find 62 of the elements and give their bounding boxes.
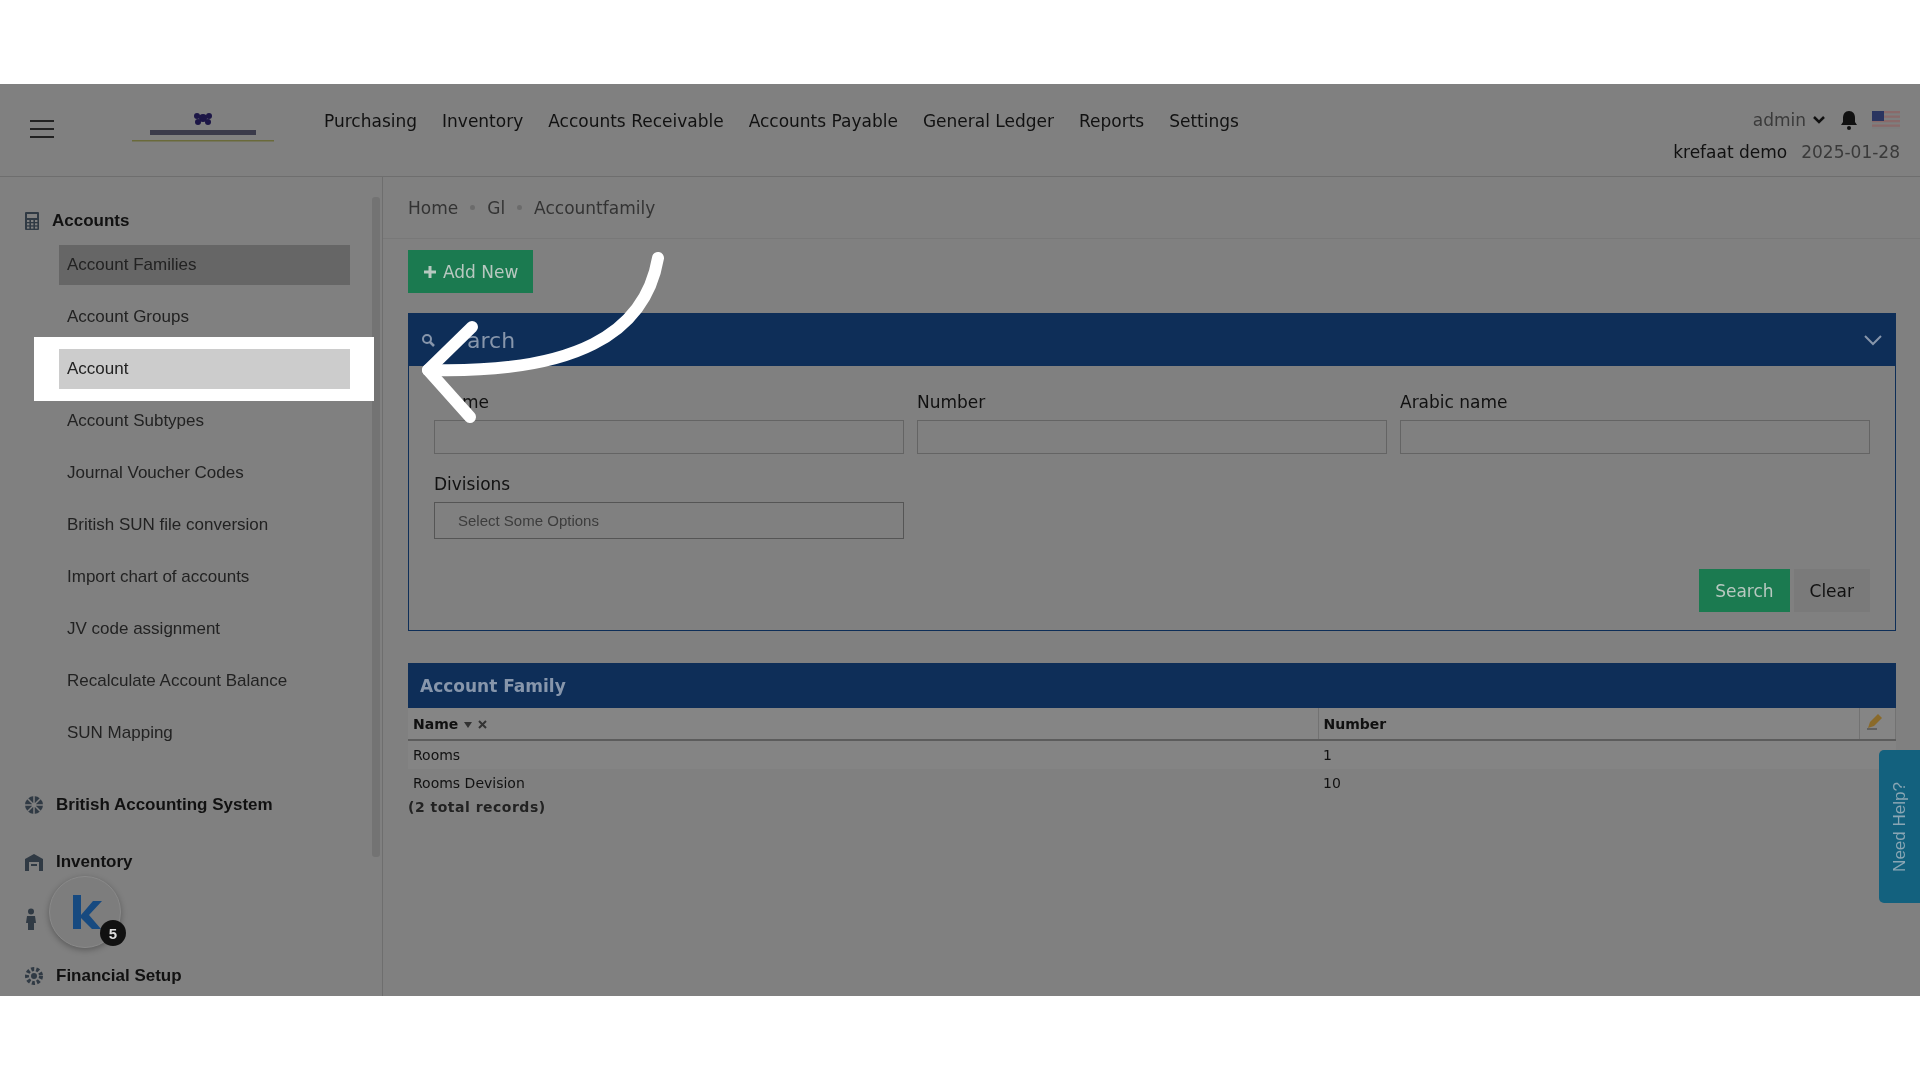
bell-icon[interactable]: [1840, 110, 1858, 130]
chat-launcher[interactable]: [49, 876, 121, 948]
record-count: (2 total records): [408, 799, 547, 815]
search-icon: [421, 333, 435, 347]
sidebar-item[interactable]: Recalculate Account Balance: [59, 661, 350, 701]
sidebar-item[interactable]: Account: [59, 349, 350, 389]
warehouse-icon: [24, 853, 44, 871]
user-menu[interactable]: admin: [1752, 110, 1826, 130]
nav-link[interactable]: Settings: [1169, 111, 1239, 131]
field-label: Number: [917, 392, 986, 412]
chevron-down-icon: [1812, 115, 1826, 125]
column-header[interactable]: Name: [408, 708, 1318, 740]
sidebar-item[interactable]: SUN Mapping: [59, 713, 350, 753]
sort-icon: [463, 720, 474, 729]
sidebar-item[interactable]: Account Subtypes: [59, 401, 350, 441]
sidebar-item[interactable]: Account Groups: [59, 297, 350, 337]
sidebar-group[interactable]: British Accounting System: [56, 795, 273, 815]
close-icon: [478, 719, 487, 729]
sidebar-item[interactable]: British SUN file conversion: [59, 505, 350, 545]
calculator-icon: [24, 211, 40, 231]
input-field[interactable]: [917, 420, 1387, 454]
breadcrumb-link[interactable]: Home: [408, 197, 459, 218]
table-cell: 1: [1318, 740, 1860, 769]
sidebar-item[interactable]: Account Families: [59, 245, 350, 285]
nav-link[interactable]: Inventory: [442, 111, 524, 131]
account-name: krefaat demo: [1673, 142, 1788, 162]
add-new-button[interactable]: Add New: [408, 250, 534, 293]
notification-badge: 5: [100, 920, 126, 946]
scrollbar[interactable]: [372, 197, 380, 857]
person-icon: [24, 908, 38, 930]
logo-icon[interactable]: [132, 110, 274, 144]
nav-link[interactable]: Accounts Payable: [748, 111, 898, 131]
input-field[interactable]: [434, 420, 904, 454]
help-tab[interactable]: Need Help?: [1879, 750, 1920, 903]
clear-button[interactable]: Clear: [1793, 569, 1870, 612]
input-field[interactable]: [1400, 420, 1870, 454]
chevron-icon[interactable]: [1863, 334, 1883, 346]
column-header[interactable]: Number: [1318, 708, 1860, 740]
select-field[interactable]: Select Some Options: [434, 502, 904, 539]
sidebar-group[interactable]: Financial Setup: [56, 966, 182, 986]
nav-link[interactable]: Purchasing: [324, 111, 418, 131]
sidebar-group[interactable]: Accounts: [52, 211, 130, 231]
search-button[interactable]: Search: [1699, 569, 1790, 612]
search-panel-header[interactable]: arch: [409, 314, 1895, 366]
sidebar-item[interactable]: JV code assignment: [59, 609, 350, 649]
sidebar-item[interactable]: Import chart of accounts: [59, 557, 350, 597]
gear-icon: [24, 966, 44, 986]
date-text: 2025-01-28: [1801, 142, 1900, 162]
nav-link[interactable]: General Ledger: [922, 111, 1054, 131]
field-label: Divisions: [434, 474, 511, 494]
table-cell: Rooms: [408, 740, 1318, 769]
nav-link[interactable]: Accounts Receivable: [548, 111, 724, 131]
panel-title: arch: [467, 327, 516, 353]
nav-link[interactable]: Reports: [1078, 111, 1145, 131]
sidebar-group[interactable]: Inventory: [56, 852, 133, 872]
field-label: Arabic name: [1400, 392, 1508, 412]
menu-icon[interactable]: [30, 120, 54, 138]
breadcrumb-link[interactable]: Accountfamily: [534, 197, 656, 218]
plus-icon: [423, 264, 437, 279]
sidebar-item[interactable]: Journal Voucher Codes: [59, 453, 350, 493]
table-title: Account Family: [408, 663, 1896, 708]
breadcrumb-link[interactable]: Gl: [487, 197, 506, 218]
